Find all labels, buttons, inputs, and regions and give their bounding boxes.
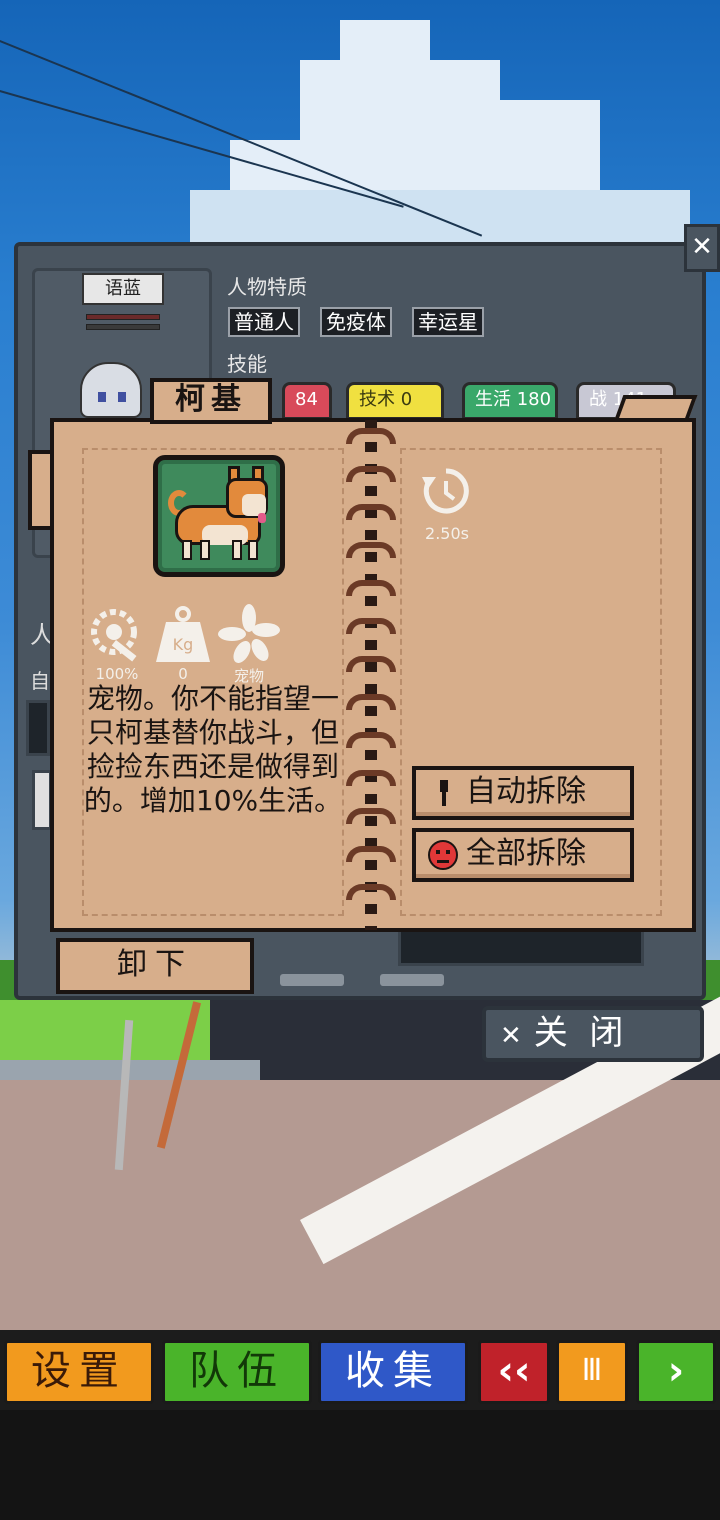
cooldown-icon — [422, 468, 469, 514]
trait-badge[interactable]: 免疫体 — [320, 307, 392, 337]
trait-badge[interactable]: 幸运星 — [412, 307, 484, 337]
avatar-eye — [118, 392, 126, 402]
item-name: 柯基 — [150, 378, 272, 424]
team-button[interactable]: 队伍 — [162, 1340, 312, 1404]
settings-button[interactable]: 设置 — [4, 1340, 154, 1404]
dismantle-all-button[interactable]: 全部拆除 — [412, 828, 634, 882]
auto-dismantle-button[interactable]: 自动拆除 — [412, 766, 634, 820]
spine-ring — [346, 732, 396, 748]
spine-ring — [346, 884, 396, 900]
auto-dismantle-label: 自动拆除 — [466, 774, 586, 809]
unequip-button[interactable]: 卸下 — [56, 938, 254, 994]
traits-label: 人物特质 — [227, 275, 307, 299]
speed-3-button[interactable]: Ⅲ — [556, 1340, 628, 1404]
spine-ring — [346, 656, 396, 672]
weight-kg-icon: Kg — [156, 606, 210, 662]
corgi-tongue — [258, 513, 266, 523]
panel-close-button[interactable]: ✕ — [684, 224, 720, 272]
close-button[interactable]: ✕ 关 闭 — [482, 1006, 704, 1062]
spine-ring — [346, 466, 396, 482]
side-label: 自 — [30, 669, 50, 693]
spine-ring — [346, 694, 396, 710]
forward-button[interactable]: › — [636, 1340, 716, 1404]
spine-ring — [346, 808, 396, 824]
close-icon: ✕ — [500, 1021, 522, 1051]
skill-tab-tech[interactable]: 技术 0 — [346, 382, 444, 420]
character-name[interactable]: 语蓝 — [82, 273, 164, 305]
corgi-leg — [200, 540, 210, 560]
energy-bar — [86, 324, 160, 330]
skill-tab-life[interactable]: 生活 180 — [462, 382, 558, 420]
skills-label: 技能 — [227, 352, 267, 376]
pet-leaf-icon — [218, 604, 280, 663]
side-slot — [32, 770, 52, 830]
item-description: 宠物。你不能指望一只柯基替你战斗，但捡捡东西还是做得到的。增加10%生活。 — [83, 682, 343, 817]
trait-badge[interactable]: 普通人 — [228, 307, 300, 337]
spine-ring — [346, 618, 396, 634]
corgi-leg — [232, 540, 242, 560]
collection-button[interactable]: 收集 — [318, 1340, 468, 1404]
stat-durability: 100% — [95, 665, 139, 683]
spine-ring — [346, 770, 396, 786]
spine-ring — [346, 542, 396, 558]
corgi-leg — [182, 540, 192, 560]
close-icon: ✕ — [691, 232, 713, 262]
close-label: 关 闭 — [533, 1013, 624, 1053]
gear-wrench-icon — [91, 609, 137, 662]
stat-weight: 0 — [178, 665, 188, 683]
rewind-button[interactable]: ‹‹ — [478, 1340, 550, 1404]
page-indicator — [280, 974, 344, 986]
side-slot — [26, 700, 50, 756]
dismantle-all-label: 全部拆除 — [466, 836, 586, 871]
character-avatar — [80, 362, 142, 418]
spine-ring — [346, 580, 396, 596]
hammer-icon — [440, 780, 448, 806]
page-indicator — [380, 974, 444, 986]
cooldown-value: 2.50s — [425, 524, 469, 543]
spine-ring — [346, 504, 396, 520]
skill-tab-red[interactable]: 84 — [282, 382, 332, 420]
spine-ring — [346, 846, 396, 862]
weight-glyph: Kg — [173, 635, 194, 654]
health-bar — [86, 314, 160, 320]
corgi-leg — [248, 540, 258, 560]
avatar-eye — [98, 392, 106, 402]
spine-ring — [346, 428, 396, 444]
book-spine — [346, 420, 396, 930]
angry-face-icon — [428, 840, 458, 870]
